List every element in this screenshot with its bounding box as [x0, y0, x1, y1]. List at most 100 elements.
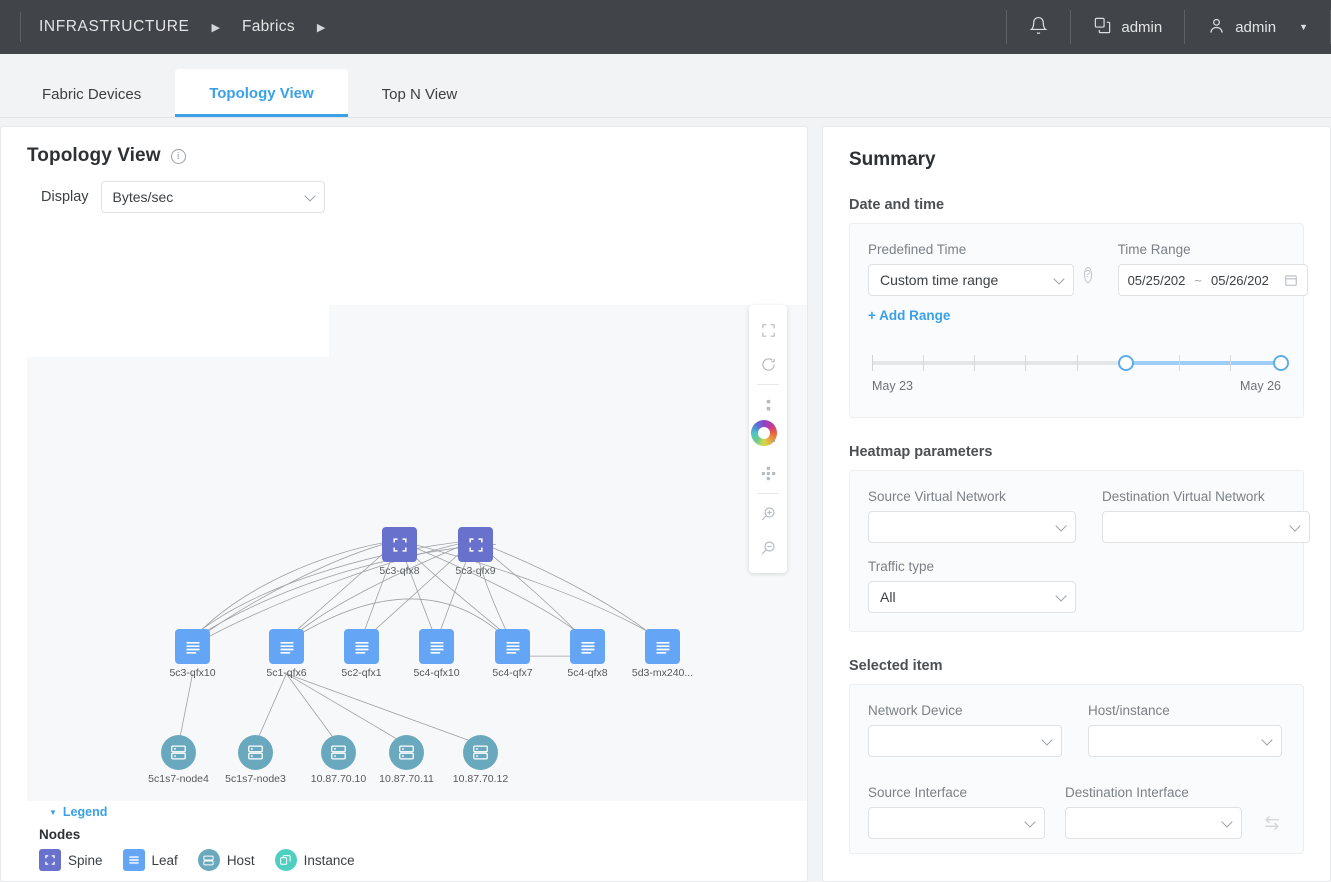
topology-node-host-4[interactable]: 10.87.70.11 [389, 735, 424, 770]
topology-node-leaf-6[interactable]: 5c4-qfx8 [570, 629, 605, 664]
fit-to-screen-icon[interactable] [751, 313, 785, 347]
node-label: 10.87.70.11 [379, 773, 434, 785]
dest-vn-select[interactable] [1102, 511, 1310, 543]
zoom-out-icon[interactable] [751, 531, 785, 565]
topology-node-leaf-4[interactable]: 5c4-qfx10 [419, 629, 454, 664]
predefined-time-value: Custom time range [880, 272, 998, 288]
add-range-button[interactable]: + Add Range [868, 308, 950, 323]
tab-fabric-devices[interactable]: Fabric Devices [8, 71, 175, 117]
host-instance-select[interactable] [1088, 725, 1282, 757]
topology-node-leaf-5[interactable]: 5c4-qfx7 [495, 629, 530, 664]
slider-handle-left[interactable] [1118, 355, 1134, 371]
cluster-selector[interactable]: admin [1071, 9, 1184, 45]
notifications-button[interactable] [1007, 9, 1070, 45]
toolbar-divider-1 [757, 384, 779, 385]
traffic-type-value: All [880, 589, 896, 605]
breadcrumb-item-infrastructure[interactable]: INFRASTRUCTURE [39, 18, 189, 36]
host-instance-field: Host/instance [1088, 703, 1282, 757]
breadcrumb-item-fabrics[interactable]: Fabrics [242, 18, 295, 36]
tab-top-n-view[interactable]: Top N View [348, 71, 492, 117]
node-label: 10.87.70.12 [453, 773, 508, 785]
question-mark-icon[interactable]: ? [1084, 267, 1092, 283]
bell-icon [1029, 16, 1048, 39]
instance-node-icon [275, 849, 297, 871]
network-device-select[interactable] [868, 725, 1062, 757]
toolbar-divider-2 [757, 493, 779, 494]
topology-node-leaf-7[interactable]: 5d3-mx240... [645, 629, 680, 664]
topology-node-spine[interactable]: 5c3-qfx8 [382, 527, 417, 562]
slider-end-label: May 26 [1240, 379, 1281, 393]
slider-tick [1179, 355, 1180, 371]
host-node-icon [389, 735, 424, 770]
node-label: 5c3-qfx8 [379, 565, 419, 577]
calendar-icon[interactable] [1284, 273, 1298, 287]
user-label: admin [1235, 19, 1276, 36]
legend-items: Spine Leaf [39, 849, 807, 871]
traffic-type-select[interactable]: All [868, 581, 1076, 613]
caret-down-icon: ▼ [49, 808, 57, 817]
source-vn-field: Source Virtual Network [868, 489, 1076, 543]
node-label: 5c4-qfx8 [567, 667, 607, 679]
cluster-icon [1093, 16, 1112, 39]
topology-node-host-5[interactable]: 10.87.70.12 [463, 735, 498, 770]
topology-canvas[interactable]: 5c3-qfx8 5c3-qfx9 5c3-qfx10 [27, 305, 807, 816]
zoom-in-icon[interactable] [751, 497, 785, 531]
heatmap-row-2: Traffic type All [868, 559, 1285, 613]
node-label: 5c4-qfx10 [413, 667, 459, 679]
topology-node-spine-2[interactable]: 5c3-qfx9 [458, 527, 493, 562]
leaf-node-icon [570, 629, 605, 664]
breadcrumb-arrow-icon[interactable]: ▶ [211, 21, 219, 34]
topology-node-host-3[interactable]: 10.87.70.10 [321, 735, 356, 770]
leaf-node-icon [419, 629, 454, 664]
slider-handle-right[interactable] [1273, 355, 1289, 371]
node-label: 5c1s7-node3 [225, 773, 286, 785]
source-vn-select[interactable] [868, 511, 1076, 543]
dest-interface-select[interactable] [1065, 807, 1242, 839]
layout-vertical-icon[interactable] [751, 388, 785, 422]
topology-node-leaf[interactable]: 5c3-qfx10 [175, 629, 210, 664]
heatmap-panel: Source Virtual Network Destination Virtu… [849, 470, 1304, 632]
legend-body: Nodes Spine [27, 823, 807, 881]
section-date-and-time-label: Date and time [849, 197, 1304, 213]
node-label: 5d3-mx240... [632, 667, 693, 679]
swap-arrows-icon[interactable] [1262, 813, 1282, 833]
source-vn-label: Source Virtual Network [868, 489, 1076, 504]
predefined-time-select[interactable]: Custom time range [868, 264, 1074, 296]
leaf-node-icon [495, 629, 530, 664]
chevron-down-icon [1261, 734, 1272, 745]
tab-topology-view[interactable]: Topology View [175, 69, 347, 117]
display-select[interactable]: Bytes/sec [101, 181, 325, 213]
selected-row-2: Source Interface Destination Interface [868, 785, 1285, 839]
refresh-icon[interactable] [751, 347, 785, 381]
topology-node-leaf-2[interactable]: 5c1-qfx6 [269, 629, 304, 664]
slider-fill [1126, 361, 1281, 365]
time-range-label: Time Range [1118, 242, 1308, 257]
breadcrumb-arrow-icon-2[interactable]: ▶ [317, 21, 325, 34]
info-icon[interactable]: i [171, 149, 186, 164]
topology-card: Topology View i Display Bytes/sec [0, 126, 808, 882]
time-slider[interactable]: May 23 May 26 [872, 353, 1281, 399]
time-range-start[interactable]: 05/25/202 [1128, 273, 1186, 288]
layout-radial-icon[interactable] [751, 456, 785, 490]
color-wheel-icon[interactable] [751, 420, 777, 446]
cluster-label: admin [1121, 19, 1162, 36]
topology-node-leaf-3[interactable]: 5c2-qfx1 [344, 629, 379, 664]
topology-node-host[interactable]: 5c1s7-node4 [161, 735, 196, 770]
host-node-icon [161, 735, 196, 770]
source-interface-select[interactable] [868, 807, 1045, 839]
user-menu[interactable]: admin ▼ [1185, 9, 1330, 45]
slider-tick [1230, 355, 1231, 371]
legend: ▼ Legend Nodes Spine [27, 801, 807, 881]
leaf-node-icon [175, 629, 210, 664]
legend-toggle[interactable]: ▼ Legend [39, 801, 119, 823]
time-range-input[interactable]: 05/25/202 ~ 05/26/202 [1118, 264, 1308, 296]
chevron-down-icon [304, 190, 315, 201]
time-range-field: Time Range 05/25/202 ~ 05/26/202 [1118, 242, 1308, 296]
spine-node-icon [382, 527, 417, 562]
chevron-down-icon[interactable]: ▼ [1299, 22, 1308, 32]
host-instance-label: Host/instance [1088, 703, 1282, 718]
time-range-end[interactable]: 05/26/202 [1211, 273, 1269, 288]
topology-node-host-2[interactable]: 5c1s7-node3 [238, 735, 273, 770]
node-label: 5c1-qfx6 [266, 667, 306, 679]
traffic-type-field: Traffic type All [868, 559, 1076, 613]
